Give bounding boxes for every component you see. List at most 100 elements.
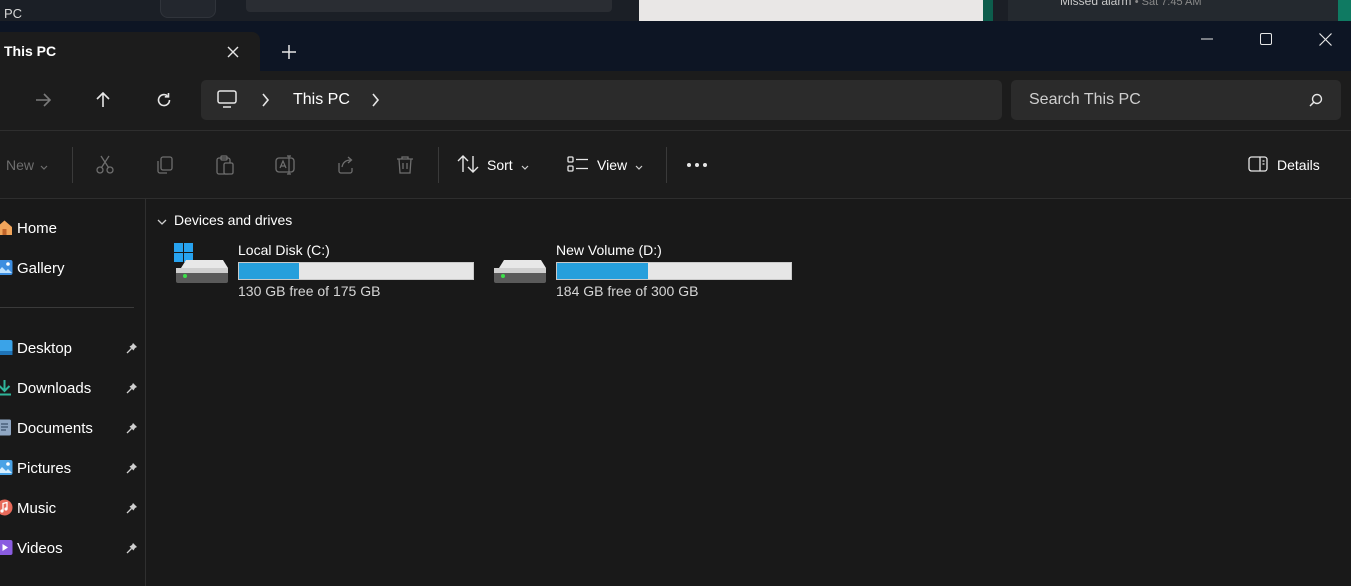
notification-time: • Sat 7:45 AM xyxy=(1134,0,1202,8)
new-label: New xyxy=(6,157,35,173)
sidebar-item-label: Music xyxy=(17,500,57,517)
up-arrow-icon[interactable] xyxy=(88,85,118,115)
drive-item-d[interactable]: New Volume (D:) 184 GB free of 300 GB xyxy=(492,239,802,303)
copy-icon[interactable] xyxy=(155,153,175,177)
sidebar-item-music[interactable]: Music xyxy=(0,492,146,524)
view-label: View xyxy=(597,157,628,173)
divider xyxy=(666,147,667,183)
background-pc-label: PC xyxy=(4,6,23,21)
home-icon xyxy=(0,219,13,236)
forward-arrow-icon[interactable] xyxy=(28,85,58,115)
sidebar-item-label: Desktop xyxy=(17,340,73,357)
delete-icon[interactable] xyxy=(396,153,414,177)
documents-icon xyxy=(0,419,13,436)
command-bar: New Sort View Details xyxy=(0,131,1351,198)
sidebar-item-downloads[interactable]: Downloads xyxy=(0,372,146,404)
new-tab-icon[interactable] xyxy=(278,41,300,63)
drive-name: Local Disk (C:) xyxy=(238,242,330,258)
chevron-down-icon xyxy=(635,157,643,173)
details-label: Details xyxy=(1277,157,1320,173)
pictures-icon xyxy=(0,459,13,476)
sort-label: Sort xyxy=(487,157,513,173)
hard-drive-icon xyxy=(492,242,548,291)
chevron-right-icon[interactable] xyxy=(261,93,270,110)
drive-usage-bar xyxy=(556,262,792,280)
minimize-icon[interactable] xyxy=(1178,21,1236,57)
paste-icon[interactable] xyxy=(215,153,235,177)
sidebar-item-label: Downloads xyxy=(17,380,92,397)
desktop-icon xyxy=(0,339,13,356)
content-pane: Devices and drives Local Disk (C:) 130 G… xyxy=(147,199,1351,586)
sort-icon xyxy=(457,154,479,176)
pin-icon[interactable] xyxy=(126,421,138,437)
details-pane-icon xyxy=(1248,155,1268,175)
sidebar-item-videos[interactable]: Videos xyxy=(0,532,146,564)
sidebar-item-label: Videos xyxy=(17,540,63,557)
drive-usage-fill xyxy=(239,263,300,279)
sort-button[interactable]: Sort xyxy=(457,153,529,177)
divider xyxy=(72,147,73,183)
pin-icon[interactable] xyxy=(126,381,138,397)
music-icon xyxy=(0,499,13,516)
sidebar-item-documents[interactable]: Documents xyxy=(0,412,146,444)
navigation-pane: Home Gallery Desktop Downloads Documents xyxy=(0,199,146,586)
drive-free-space: 130 GB free of 175 GB xyxy=(238,283,381,299)
group-header-devices[interactable]: Devices and drives xyxy=(157,212,292,228)
chevron-down-icon xyxy=(40,157,48,173)
view-icon xyxy=(567,155,589,176)
drive-item-c[interactable]: Local Disk (C:) 130 GB free of 175 GB xyxy=(174,239,484,303)
more-options-icon[interactable] xyxy=(686,153,708,177)
rename-icon[interactable] xyxy=(275,153,297,177)
monitor-icon xyxy=(217,90,237,111)
tab-close-icon[interactable] xyxy=(222,41,244,63)
refresh-icon[interactable] xyxy=(149,85,179,115)
details-button[interactable]: Details xyxy=(1248,153,1320,177)
videos-icon xyxy=(0,539,13,556)
background-image xyxy=(639,0,983,21)
pin-icon[interactable] xyxy=(126,461,138,477)
sidebar-item-label: Gallery xyxy=(17,260,65,277)
chevron-down-icon[interactable] xyxy=(157,212,167,228)
sidebar-item-home[interactable]: Home xyxy=(0,212,146,244)
drive-usage-fill xyxy=(557,263,648,279)
background-edge xyxy=(1338,0,1351,21)
search-input[interactable]: Search This PC xyxy=(1011,80,1341,120)
divider xyxy=(0,307,134,308)
background-accent xyxy=(983,0,993,21)
gallery-icon xyxy=(0,259,13,276)
hard-drive-icon xyxy=(174,242,230,291)
window-close-icon[interactable] xyxy=(1296,21,1351,57)
pin-icon[interactable] xyxy=(126,541,138,557)
navigation-bar: This PC Search This PC xyxy=(0,71,1351,130)
address-bar[interactable]: This PC xyxy=(201,80,1002,120)
share-icon[interactable] xyxy=(335,153,355,177)
sidebar-item-desktop[interactable]: Desktop xyxy=(0,332,146,364)
breadcrumb-this-pc[interactable]: This PC xyxy=(293,91,350,109)
search-icon[interactable] xyxy=(1309,93,1323,110)
sidebar-item-label: Documents xyxy=(17,420,93,437)
search-placeholder: Search This PC xyxy=(1029,91,1141,108)
background-chat-button xyxy=(160,0,216,18)
new-button[interactable]: New xyxy=(6,153,48,177)
background-windows-strip: PC Missed alarm • Sat 7:45 AM xyxy=(0,0,1351,21)
chevron-down-icon xyxy=(521,157,529,173)
downloads-icon xyxy=(0,379,13,396)
sidebar-item-label: Pictures xyxy=(17,460,72,477)
group-label: Devices and drives xyxy=(174,212,293,228)
background-field xyxy=(246,0,612,12)
cut-icon[interactable] xyxy=(95,153,115,177)
notification-title: Missed alarm xyxy=(1060,0,1132,8)
drive-usage-bar xyxy=(238,262,474,280)
tab-this-pc[interactable]: This PC xyxy=(0,32,260,71)
view-button[interactable]: View xyxy=(567,153,643,177)
pin-icon[interactable] xyxy=(126,501,138,517)
background-notification: Missed alarm • Sat 7:45 AM xyxy=(1008,0,1338,21)
maximize-icon[interactable] xyxy=(1237,21,1295,57)
sidebar-item-gallery[interactable]: Gallery xyxy=(0,252,146,284)
pin-icon[interactable] xyxy=(126,341,138,357)
chevron-right-icon[interactable] xyxy=(371,93,380,110)
tab-title: This PC xyxy=(4,43,57,59)
sidebar-item-label: Home xyxy=(17,220,58,237)
sidebar-item-pictures[interactable]: Pictures xyxy=(0,452,146,484)
drive-free-space: 184 GB free of 300 GB xyxy=(556,283,699,299)
